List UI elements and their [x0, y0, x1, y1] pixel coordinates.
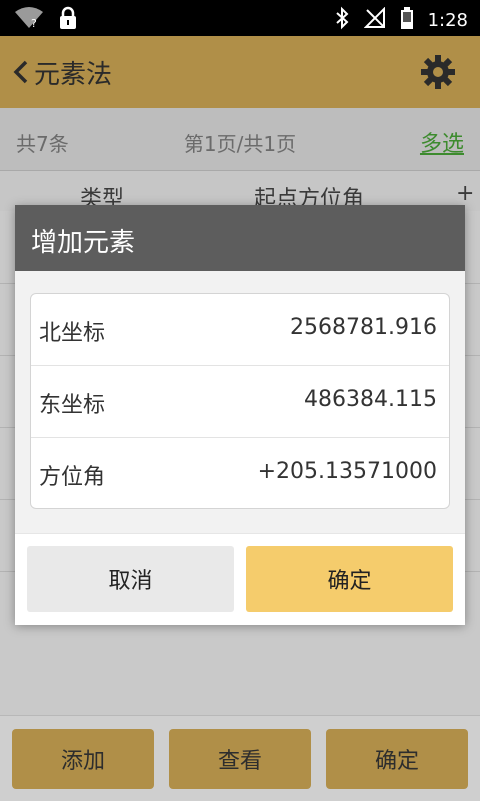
dialog-title: 增加元素 — [31, 228, 136, 258]
wifi-question-icon: ? — [14, 6, 44, 34]
field-label: 东坐标 — [39, 393, 106, 418]
bottom-bar: 添加 查看 确定 — [0, 715, 480, 801]
lock-icon — [58, 6, 78, 34]
app-bar: 元素法 — [0, 36, 480, 108]
svg-text:?: ? — [31, 17, 37, 30]
confirm-bottom-button[interactable]: 确定 — [326, 729, 468, 789]
field-row-north[interactable]: 北坐标 2568781.916 — [31, 294, 449, 365]
bluetooth-icon — [334, 6, 350, 34]
field-row-azimuth[interactable]: 方位角 +205.13571000 — [31, 438, 449, 509]
confirm-button[interactable]: 确定 — [246, 546, 453, 612]
battery-icon — [400, 6, 414, 34]
field-card: 北坐标 2568781.916 东坐标 486384.115 方位角 +205.… — [30, 293, 450, 509]
page-indicator: 第1页/共1页 — [183, 132, 297, 156]
add-element-dialog: 增加元素 北坐标 2568781.916 东坐标 486384.115 方位角 … — [15, 205, 465, 625]
gear-icon[interactable] — [420, 54, 456, 90]
cancel-button[interactable]: 取消 — [27, 546, 234, 612]
field-value[interactable]: 2568781.916 — [290, 315, 437, 340]
dialog-footer: 取消 确定 — [15, 533, 465, 625]
field-value[interactable]: +205.13571000 — [258, 459, 437, 484]
chevron-left-icon[interactable] — [10, 58, 34, 86]
info-bar: 共7条 第1页/共1页 多选 — [0, 108, 480, 171]
status-time: 1:28 — [427, 9, 468, 31]
field-label: 方位角 — [39, 465, 106, 490]
status-bar: ? 1:28 — [0, 0, 480, 36]
field-row-east[interactable]: 东坐标 486384.115 — [31, 366, 449, 437]
dialog-header: 增加元素 — [15, 205, 465, 271]
view-button[interactable]: 查看 — [169, 729, 311, 789]
page-title: 元素法 — [34, 60, 113, 90]
add-button[interactable]: 添加 — [12, 729, 154, 789]
column-header-more: + — [456, 181, 475, 206]
multi-select-link[interactable]: 多选 — [420, 126, 464, 158]
field-value[interactable]: 486384.115 — [304, 387, 437, 412]
no-signal-icon — [363, 6, 386, 33]
field-label: 北坐标 — [39, 321, 106, 346]
dialog-body: 北坐标 2568781.916 东坐标 486384.115 方位角 +205.… — [15, 271, 465, 533]
